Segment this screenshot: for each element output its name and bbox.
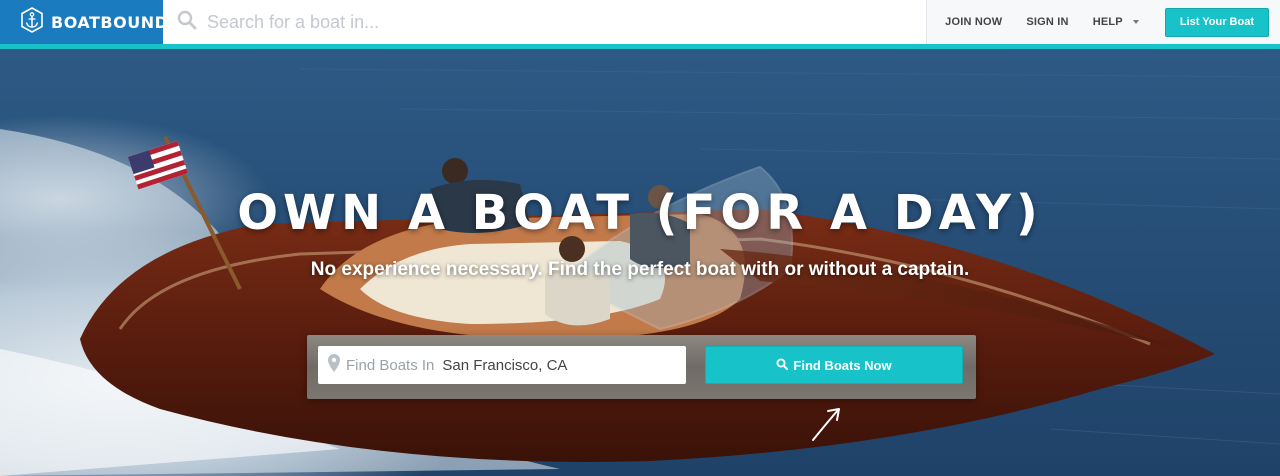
map-pin-icon xyxy=(328,353,340,377)
anchor-icon xyxy=(19,6,45,38)
boatbound-logo[interactable]: BOATBOUND xyxy=(0,0,168,44)
find-boats-in-label: Find Boats In xyxy=(346,356,435,374)
list-your-boat-button[interactable]: List Your Boat xyxy=(1164,7,1269,37)
nav-links: JOIN NOW SIGN IN HELP List Your Boat xyxy=(927,0,1280,44)
arrow-icon xyxy=(812,408,840,441)
boat-search-input[interactable] xyxy=(207,11,907,33)
join-now-link[interactable]: JOIN NOW xyxy=(927,16,1014,28)
hero-subheadline: No experience necessary. Find the perfec… xyxy=(310,259,970,280)
find-boats-now-button[interactable]: Find Boats Now xyxy=(705,346,963,384)
location-input[interactable] xyxy=(442,356,663,374)
hero-section: OWN A BOAT (FOR A DAY) No experience nec… xyxy=(0,49,1280,476)
header-search xyxy=(163,0,928,44)
search-icon xyxy=(177,10,197,35)
location-field[interactable]: Find Boats In xyxy=(318,346,686,384)
find-boats-now-label: Find Boats Now xyxy=(793,357,892,373)
caret-down-icon xyxy=(1132,20,1139,24)
hero-search-box: Find Boats In Find Boats Now xyxy=(307,335,976,399)
help-menu[interactable]: HELP xyxy=(1081,16,1151,28)
top-nav: BOATBOUND JOIN NOW SIGN IN HELP List You… xyxy=(0,0,1280,44)
hero-headline: OWN A BOAT (FOR A DAY) xyxy=(237,185,1043,241)
help-label: HELP xyxy=(1092,16,1123,28)
sign-in-link[interactable]: SIGN IN xyxy=(1014,16,1080,28)
logo-text: BOATBOUND xyxy=(51,12,169,32)
search-icon xyxy=(776,358,789,373)
